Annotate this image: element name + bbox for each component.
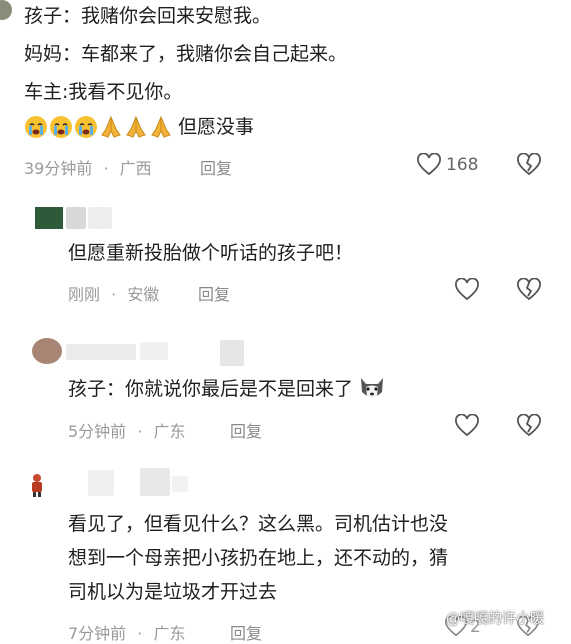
comment-meta: 刚刚 · 安徽 bbox=[68, 285, 160, 304]
crying-face-icon bbox=[24, 115, 48, 139]
heart-icon bbox=[454, 414, 480, 438]
like-button[interactable] bbox=[454, 278, 480, 306]
praying-hands-icon bbox=[149, 115, 173, 139]
timestamp: 5分钟前 bbox=[68, 422, 127, 441]
heart-icon bbox=[454, 278, 480, 302]
comment-line: 妈妈：车都来了，我赌你会自己起来。 bbox=[24, 43, 348, 65]
username-blurred bbox=[140, 468, 170, 496]
crying-face-icon bbox=[49, 115, 73, 139]
reply-button[interactable]: 回复 bbox=[230, 620, 262, 644]
avatar[interactable] bbox=[35, 207, 63, 229]
comment-meta: 7分钟前 · 广东 bbox=[68, 624, 186, 643]
avatar[interactable] bbox=[32, 338, 62, 364]
like-button[interactable] bbox=[454, 414, 480, 442]
reply-button[interactable]: 回复 bbox=[198, 281, 230, 305]
comment-line: 孩子：我赌你会回来安慰我。 bbox=[24, 5, 272, 27]
praying-hands-icon bbox=[124, 115, 148, 139]
broken-heart-icon bbox=[516, 278, 542, 302]
reply-button[interactable]: 回复 bbox=[200, 155, 232, 179]
crying-face-icon bbox=[74, 115, 98, 139]
watermark: @嘎嘎的许小暖 bbox=[446, 611, 544, 627]
timestamp: 7分钟前 bbox=[68, 624, 127, 643]
username-blurred bbox=[66, 207, 86, 229]
avatar[interactable] bbox=[26, 472, 48, 498]
like-count: 168 bbox=[446, 155, 479, 175]
praying-hands-icon bbox=[99, 115, 123, 139]
comment-text: 但愿重新投胎做个听话的孩子吧！ bbox=[68, 242, 354, 264]
comment-content: 孩子：你就说你最后是不是回来了 bbox=[68, 374, 387, 404]
timestamp: 39分钟前 bbox=[24, 159, 93, 178]
broken-heart-icon bbox=[516, 153, 542, 177]
broken-heart-icon bbox=[516, 414, 542, 438]
comment-line: 想到一个母亲把小孩扔在地上，还不动的，猜 bbox=[68, 547, 449, 569]
location: 广西 bbox=[119, 159, 152, 178]
comment-meta: 39分钟前 · 广西 bbox=[24, 159, 152, 178]
comment-line: 看见了，但看见什么？这么黑。司机估计也没 bbox=[68, 513, 449, 535]
heart-icon bbox=[416, 153, 442, 177]
location: 广东 bbox=[153, 624, 186, 643]
emoji-row: 但愿没事 bbox=[24, 113, 254, 141]
comment-line: 车主:我看不见你。 bbox=[24, 81, 183, 103]
location: 安徽 bbox=[127, 285, 160, 304]
comment-text: 孩子：你就说你最后是不是回来了 bbox=[68, 378, 354, 400]
comment-meta: 5分钟前 · 广东 bbox=[68, 422, 186, 441]
like-button[interactable]: 168 bbox=[416, 153, 478, 177]
username-blurred bbox=[66, 344, 136, 360]
avatar-partial[interactable] bbox=[0, 0, 12, 20]
dislike-button[interactable] bbox=[516, 414, 542, 442]
username-blurred bbox=[140, 342, 168, 360]
dislike-button[interactable] bbox=[516, 278, 542, 306]
location: 广东 bbox=[153, 422, 186, 441]
username-blurred bbox=[88, 207, 112, 229]
dislike-button[interactable] bbox=[516, 153, 542, 181]
reply-button[interactable]: 回复 bbox=[230, 418, 262, 442]
timestamp: 刚刚 bbox=[68, 285, 101, 304]
husky-dog-icon bbox=[357, 374, 387, 404]
comment-line: 但愿没事 bbox=[178, 116, 255, 138]
comment-line: 司机以为是垃圾才开过去 bbox=[68, 581, 278, 603]
username-blurred bbox=[172, 476, 188, 492]
username-blurred bbox=[220, 340, 244, 366]
username-blurred bbox=[88, 470, 114, 496]
